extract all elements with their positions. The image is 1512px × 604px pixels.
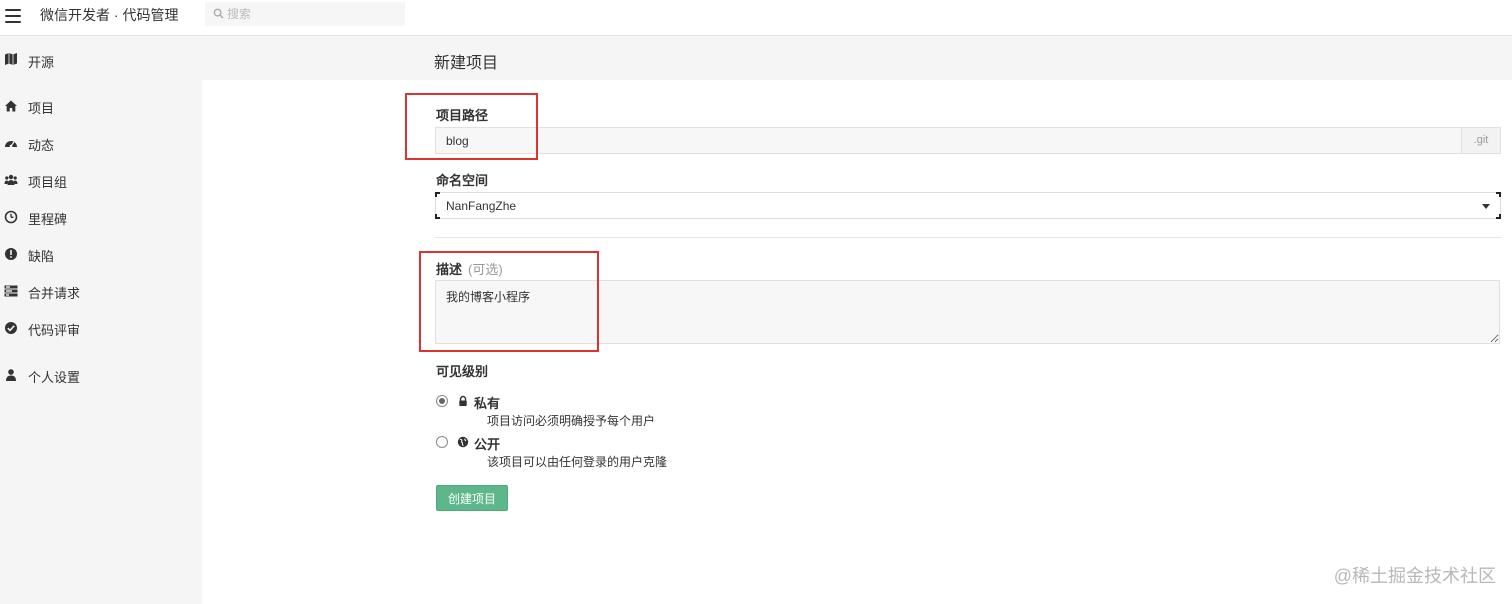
sidebar-item-label: 动态 [28, 138, 55, 153]
description-label-text: 描述 [436, 262, 463, 277]
visibility-option-title: 私有 [474, 396, 501, 411]
description-label: 描述 (可选) [436, 259, 503, 278]
optional-hint: (可选) [468, 262, 503, 277]
globe-icon [457, 436, 469, 448]
clock-icon [4, 210, 18, 224]
top-header: 微信开发者 · 代码管理 [0, 0, 1512, 36]
create-project-button[interactable]: 创建项目 [436, 485, 508, 511]
sidebar-item-activity[interactable]: 动态 [0, 131, 202, 155]
project-path-input[interactable] [435, 127, 1462, 154]
search-input[interactable] [227, 4, 397, 24]
sidebar-item-code-review[interactable]: 代码评审 [0, 316, 202, 340]
sidebar-group-open-source[interactable]: 开源 [0, 36, 202, 80]
check-circle-icon [5, 322, 17, 334]
radio-public[interactable] [436, 436, 448, 448]
sidebar-item-label: 项目组 [28, 175, 68, 190]
path-field-group: .git [435, 127, 1501, 154]
dashboard-icon [5, 141, 17, 148]
search-icon [213, 8, 224, 19]
sidebar-item-label: 个人设置 [28, 370, 81, 385]
sidebar-item-label: 代码评审 [28, 323, 81, 338]
sidebar-item-label: 缺陷 [28, 249, 55, 264]
path-suffix: .git [1462, 127, 1501, 154]
merge-icon [4, 285, 18, 297]
search-box[interactable] [205, 2, 405, 26]
visibility-option-title: 公开 [474, 437, 501, 452]
app-title: 微信开发者 · 代码管理 [40, 7, 179, 23]
user-icon [6, 369, 16, 381]
sidebar-item-label: 合并请求 [28, 286, 81, 301]
visibility-option-desc: 该项目可以由任何登录的用户克隆 [487, 455, 668, 469]
sidebar-item-projects[interactable]: 项目 [0, 94, 202, 118]
menu-icon[interactable] [5, 9, 21, 23]
sidebar-item-label: 里程碑 [28, 212, 68, 227]
path-label: 项目路径 [436, 108, 489, 123]
sidebar: 开源 项目 动态 项目组 里程碑 缺陷 合并请求 代码评审 个人设置 [0, 36, 202, 604]
sidebar-item-settings[interactable]: 个人设置 [0, 363, 202, 387]
page-header: 新建项目 [202, 36, 1512, 80]
namespace-select[interactable]: NanFangZhe [435, 192, 1501, 219]
home-icon [5, 100, 17, 112]
visibility-label: 可见级别 [436, 364, 489, 379]
namespace-value: NanFangZhe [446, 199, 517, 213]
watermark: @稀土掘金技术社区 [1333, 566, 1496, 586]
description-textarea[interactable] [435, 280, 1500, 344]
namespace-label: 命名空间 [436, 173, 489, 188]
sidebar-group-label: 开源 [28, 55, 55, 70]
sidebar-item-merge-requests[interactable]: 合并请求 [0, 279, 202, 303]
page-title: 新建项目 [434, 55, 499, 72]
caret-down-icon [1482, 204, 1490, 209]
exclamation-icon [5, 248, 17, 260]
map-icon [5, 53, 17, 65]
sidebar-item-groups[interactable]: 项目组 [0, 168, 202, 192]
sidebar-item-milestones[interactable]: 里程碑 [0, 205, 202, 229]
users-icon [4, 174, 18, 185]
lock-icon [459, 395, 467, 406]
sidebar-item-label: 项目 [28, 101, 55, 116]
sidebar-item-issues[interactable]: 缺陷 [0, 242, 202, 266]
radio-private[interactable] [436, 395, 448, 407]
visibility-option-desc: 项目访问必须明确授予每个用户 [487, 414, 656, 428]
divider [435, 237, 1501, 238]
